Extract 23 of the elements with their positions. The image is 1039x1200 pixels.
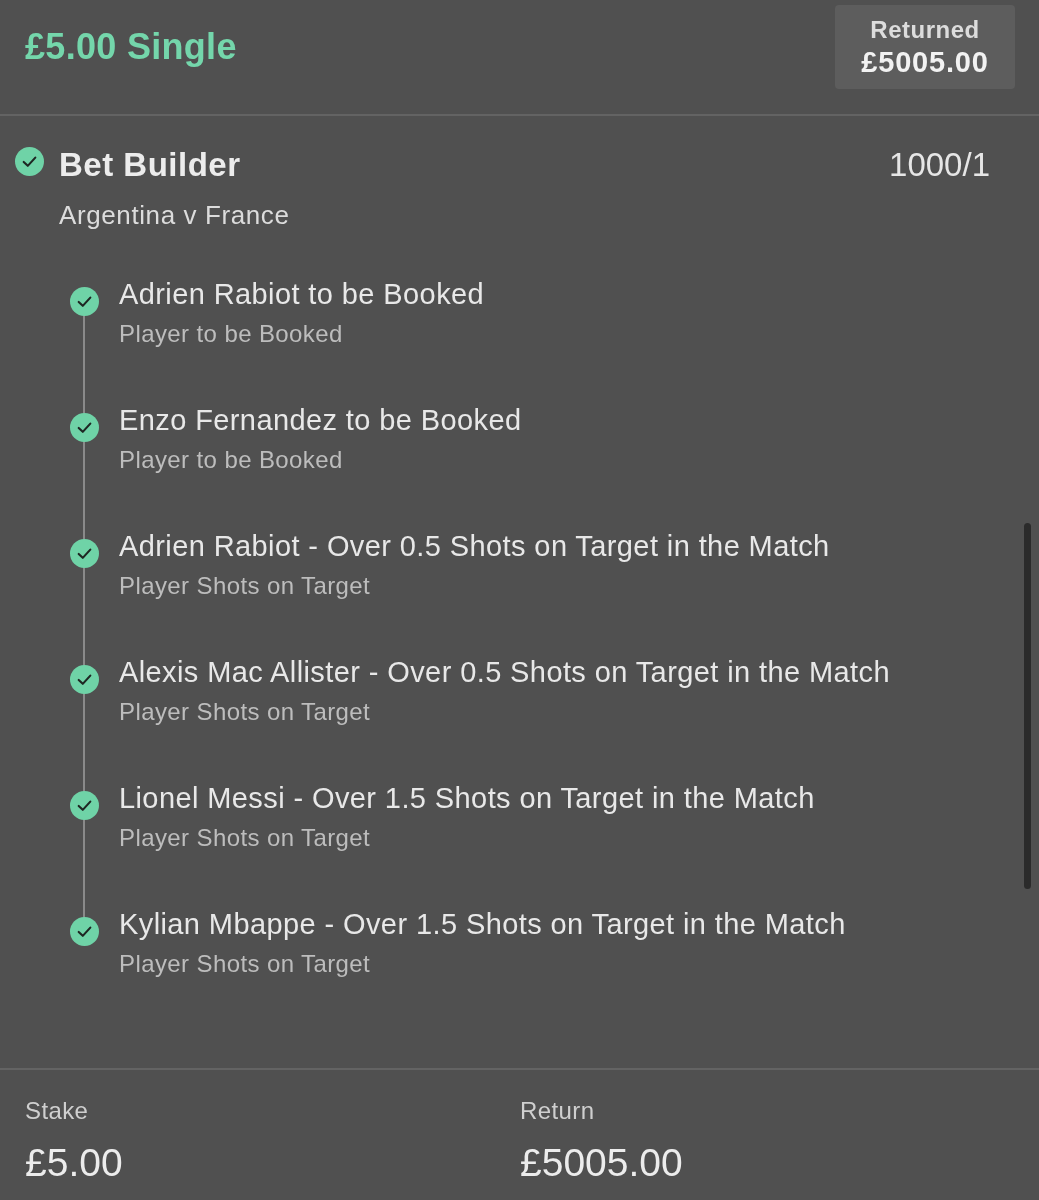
odds: 1000/1	[889, 147, 990, 183]
bet-title: £5.00 Single	[25, 26, 237, 68]
bet-type-title: Bet Builder	[59, 147, 241, 183]
selection-name: Adrien Rabiot to be Booked	[119, 277, 485, 311]
scrollbar-thumb[interactable]	[1024, 523, 1031, 889]
market-name: Player to be Booked	[119, 320, 344, 348]
selection-name: Enzo Fernandez to be Booked	[119, 403, 522, 437]
summary-label: Return	[520, 1097, 596, 1125]
summary-label: Stake	[25, 1097, 90, 1125]
market-name: Player to be Booked	[119, 446, 344, 474]
summary-value: £5.00	[25, 1141, 124, 1185]
market-name: Player Shots on Target	[119, 698, 372, 726]
returned-label: Returned	[870, 15, 980, 44]
selection-name: Adrien Rabiot - Over 0.5 Shots on Target in the Match	[119, 529, 830, 563]
market-name: Player Shots on Target	[119, 572, 372, 600]
summary-value: £5005.00	[520, 1141, 684, 1185]
selection-name: Kylian Mbappe - Over 1.5 Shots on Target in the Match	[119, 907, 846, 941]
event-name: Argentina v France	[59, 200, 291, 230]
returned-amount: £5005.00	[861, 45, 989, 79]
selection-name: Lionel Messi - Over 1.5 Shots on Target in the Match	[119, 781, 815, 815]
market-name: Player Shots on Target	[119, 824, 372, 852]
selection-name: Alexis Mac Allister - Over 0.5 Shots on Target in the Match	[119, 655, 890, 689]
market-name: Player Shots on Target	[119, 950, 372, 978]
